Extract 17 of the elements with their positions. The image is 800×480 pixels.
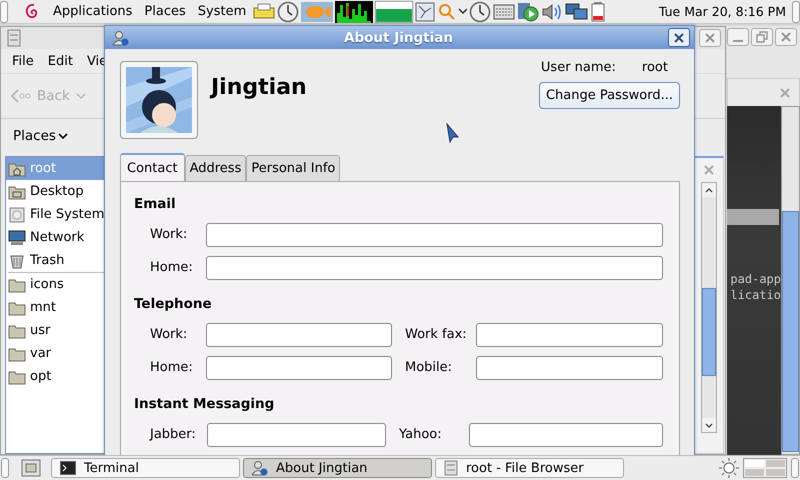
window-title: About Jingtian — [343, 30, 454, 46]
section-heading: Email — [134, 196, 177, 212]
field-label: Jabber: — [150, 427, 197, 442]
field-label: Work: — [150, 227, 188, 242]
full-name: Jingtian — [211, 75, 307, 102]
section-heading: Telephone — [134, 296, 213, 312]
field-label: Mobile: — [404, 360, 454, 375]
field-label: Home: — [150, 360, 194, 375]
field-label: Work: — [150, 327, 188, 342]
section-heading: Instant Messaging — [134, 396, 276, 412]
user-name-label: User name: — [540, 60, 616, 75]
field-label: Work fax: — [404, 327, 468, 342]
user-name-value: root — [642, 60, 668, 75]
terminal-text: licatio — [729, 287, 781, 303]
field-label: Yahoo: — [398, 427, 443, 442]
field-label: Home: — [150, 260, 194, 275]
terminal-text: pad-app — [729, 271, 781, 287]
